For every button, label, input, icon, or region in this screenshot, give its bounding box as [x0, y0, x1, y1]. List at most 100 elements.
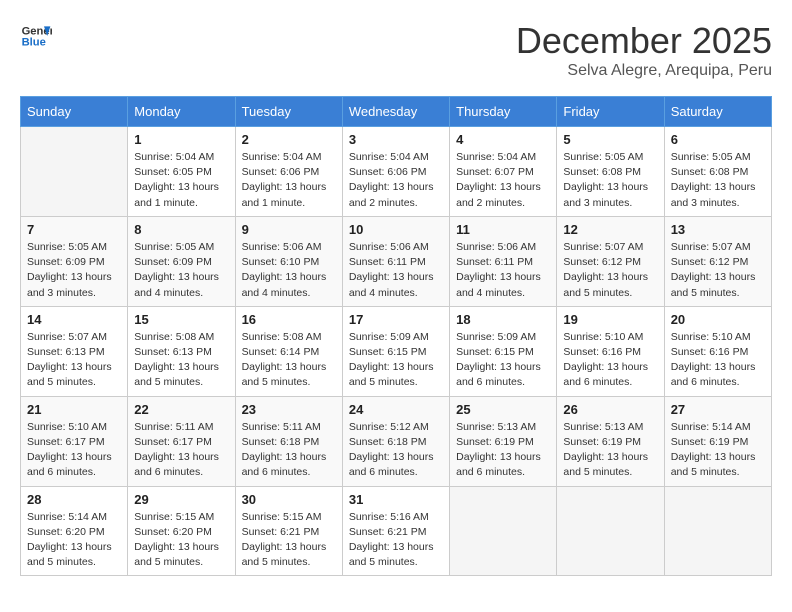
day-number: 17 [349, 312, 443, 327]
calendar-cell: 29 Sunrise: 5:15 AM Sunset: 6:20 PM Dayli… [128, 486, 235, 576]
day-number: 8 [134, 222, 228, 237]
day-info: Sunrise: 5:04 AM Sunset: 6:06 PM Dayligh… [242, 150, 336, 211]
day-info: Sunrise: 5:15 AM Sunset: 6:20 PM Dayligh… [134, 510, 228, 571]
day-number: 18 [456, 312, 550, 327]
day-number: 29 [134, 492, 228, 507]
day-number: 7 [27, 222, 121, 237]
day-number: 23 [242, 402, 336, 417]
day-number: 26 [563, 402, 657, 417]
calendar-cell: 30 Sunrise: 5:15 AM Sunset: 6:21 PM Dayli… [235, 486, 342, 576]
day-number: 16 [242, 312, 336, 327]
day-info: Sunrise: 5:09 AM Sunset: 6:15 PM Dayligh… [349, 330, 443, 391]
day-number: 15 [134, 312, 228, 327]
day-info: Sunrise: 5:07 AM Sunset: 6:12 PM Dayligh… [671, 240, 765, 301]
day-info: Sunrise: 5:08 AM Sunset: 6:14 PM Dayligh… [242, 330, 336, 391]
day-number: 10 [349, 222, 443, 237]
calendar-header-row: SundayMondayTuesdayWednesdayThursdayFrid… [21, 97, 772, 127]
calendar-cell: 17 Sunrise: 5:09 AM Sunset: 6:15 PM Dayli… [342, 306, 449, 396]
day-number: 1 [134, 132, 228, 147]
calendar-cell: 8 Sunrise: 5:05 AM Sunset: 6:09 PM Daylig… [128, 216, 235, 306]
day-number: 27 [671, 402, 765, 417]
day-info: Sunrise: 5:09 AM Sunset: 6:15 PM Dayligh… [456, 330, 550, 391]
day-info: Sunrise: 5:12 AM Sunset: 6:18 PM Dayligh… [349, 420, 443, 481]
header-saturday: Saturday [664, 97, 771, 127]
calendar-cell: 10 Sunrise: 5:06 AM Sunset: 6:11 PM Dayli… [342, 216, 449, 306]
calendar-cell: 18 Sunrise: 5:09 AM Sunset: 6:15 PM Dayli… [450, 306, 557, 396]
day-number: 24 [349, 402, 443, 417]
calendar-cell: 23 Sunrise: 5:11 AM Sunset: 6:18 PM Dayli… [235, 396, 342, 486]
calendar-cell: 22Sunrise: 5:11 AM Sunset: 6:17 PM Dayli… [128, 396, 235, 486]
day-number: 31 [349, 492, 443, 507]
day-number: 4 [456, 132, 550, 147]
calendar-cell: 15 Sunrise: 5:08 AM Sunset: 6:13 PM Dayli… [128, 306, 235, 396]
calendar-cell: 3 Sunrise: 5:04 AM Sunset: 6:06 PM Daylig… [342, 127, 449, 217]
calendar-cell: 6 Sunrise: 5:05 AM Sunset: 6:08 PM Daylig… [664, 127, 771, 217]
day-info: Sunrise: 5:05 AM Sunset: 6:08 PM Dayligh… [563, 150, 657, 211]
day-info: Sunrise: 5:05 AM Sunset: 6:09 PM Dayligh… [27, 240, 121, 301]
header-sunday: Sunday [21, 97, 128, 127]
calendar-cell: 12Sunrise: 5:07 AM Sunset: 6:12 PM Dayli… [557, 216, 664, 306]
day-number: 11 [456, 222, 550, 237]
header-tuesday: Tuesday [235, 97, 342, 127]
day-number: 20 [671, 312, 765, 327]
calendar-cell: 14 Sunrise: 5:07 AM Sunset: 6:13 PM Dayli… [21, 306, 128, 396]
day-info: Sunrise: 5:13 AM Sunset: 6:19 PM Dayligh… [456, 420, 550, 481]
calendar-cell: 1Sunrise: 5:04 AM Sunset: 6:05 PM Daylig… [128, 127, 235, 217]
day-info: Sunrise: 5:04 AM Sunset: 6:06 PM Dayligh… [349, 150, 443, 211]
day-info: Sunrise: 5:07 AM Sunset: 6:13 PM Dayligh… [27, 330, 121, 391]
day-info: Sunrise: 5:10 AM Sunset: 6:17 PM Dayligh… [27, 420, 121, 481]
calendar-cell: 27 Sunrise: 5:14 AM Sunset: 6:19 PM Dayli… [664, 396, 771, 486]
day-number: 25 [456, 402, 550, 417]
calendar-cell: 13 Sunrise: 5:07 AM Sunset: 6:12 PM Dayli… [664, 216, 771, 306]
logo: General Blue [20, 20, 52, 52]
day-info: Sunrise: 5:10 AM Sunset: 6:16 PM Dayligh… [563, 330, 657, 391]
header-thursday: Thursday [450, 97, 557, 127]
calendar-cell [664, 486, 771, 576]
day-number: 5 [563, 132, 657, 147]
header-monday: Monday [128, 97, 235, 127]
day-info: Sunrise: 5:08 AM Sunset: 6:13 PM Dayligh… [134, 330, 228, 391]
calendar-cell: 19 Sunrise: 5:10 AM Sunset: 6:16 PM Dayli… [557, 306, 664, 396]
calendar-cell: 21Sunrise: 5:10 AM Sunset: 6:17 PM Dayli… [21, 396, 128, 486]
day-info: Sunrise: 5:04 AM Sunset: 6:07 PM Dayligh… [456, 150, 550, 211]
calendar-week-row: 14 Sunrise: 5:07 AM Sunset: 6:13 PM Dayli… [21, 306, 772, 396]
day-number: 6 [671, 132, 765, 147]
calendar-cell: 24 Sunrise: 5:12 AM Sunset: 6:18 PM Dayli… [342, 396, 449, 486]
logo-icon: General Blue [20, 20, 52, 52]
day-number: 3 [349, 132, 443, 147]
calendar-cell: 7 Sunrise: 5:05 AM Sunset: 6:09 PM Daylig… [21, 216, 128, 306]
calendar-cell: 28 Sunrise: 5:14 AM Sunset: 6:20 PM Dayli… [21, 486, 128, 576]
svg-text:Blue: Blue [22, 37, 46, 49]
page-header: General Blue December 2025 Selva Alegre,… [20, 20, 772, 80]
day-info: Sunrise: 5:14 AM Sunset: 6:20 PM Dayligh… [27, 510, 121, 571]
calendar-cell: 31 Sunrise: 5:16 AM Sunset: 6:21 PM Dayli… [342, 486, 449, 576]
day-info: Sunrise: 5:10 AM Sunset: 6:16 PM Dayligh… [671, 330, 765, 391]
day-info: Sunrise: 5:06 AM Sunset: 6:11 PM Dayligh… [456, 240, 550, 301]
day-number: 30 [242, 492, 336, 507]
calendar-cell [450, 486, 557, 576]
day-info: Sunrise: 5:15 AM Sunset: 6:21 PM Dayligh… [242, 510, 336, 571]
day-info: Sunrise: 5:05 AM Sunset: 6:08 PM Dayligh… [671, 150, 765, 211]
day-info: Sunrise: 5:16 AM Sunset: 6:21 PM Dayligh… [349, 510, 443, 571]
day-info: Sunrise: 5:05 AM Sunset: 6:09 PM Dayligh… [134, 240, 228, 301]
day-info: Sunrise: 5:06 AM Sunset: 6:11 PM Dayligh… [349, 240, 443, 301]
day-number: 13 [671, 222, 765, 237]
calendar-cell: 2 Sunrise: 5:04 AM Sunset: 6:06 PM Daylig… [235, 127, 342, 217]
calendar-week-row: 28 Sunrise: 5:14 AM Sunset: 6:20 PM Dayli… [21, 486, 772, 576]
day-info: Sunrise: 5:11 AM Sunset: 6:17 PM Dayligh… [134, 420, 228, 481]
day-info: Sunrise: 5:14 AM Sunset: 6:19 PM Dayligh… [671, 420, 765, 481]
day-number: 19 [563, 312, 657, 327]
day-info: Sunrise: 5:11 AM Sunset: 6:18 PM Dayligh… [242, 420, 336, 481]
day-number: 28 [27, 492, 121, 507]
day-number: 14 [27, 312, 121, 327]
day-number: 12 [563, 222, 657, 237]
day-number: 9 [242, 222, 336, 237]
day-number: 2 [242, 132, 336, 147]
title-section: December 2025 Selva Alegre, Arequipa, Pe… [516, 20, 772, 80]
calendar-cell [557, 486, 664, 576]
calendar-cell [21, 127, 128, 217]
month-title: December 2025 [516, 20, 772, 62]
calendar-cell: 16 Sunrise: 5:08 AM Sunset: 6:14 PM Dayli… [235, 306, 342, 396]
header-wednesday: Wednesday [342, 97, 449, 127]
calendar-week-row: 21Sunrise: 5:10 AM Sunset: 6:17 PM Dayli… [21, 396, 772, 486]
